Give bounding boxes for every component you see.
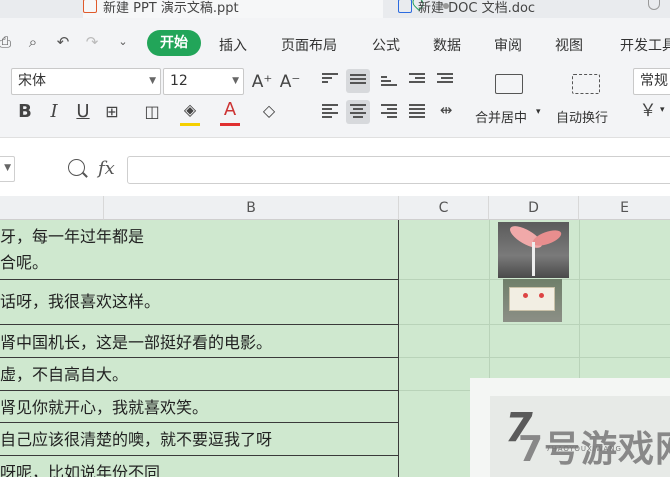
tab-ppt-document[interactable]: 新建 PPT 演示文稿.ppt [83, 0, 449, 18]
chevron-down-icon: ▼ [232, 76, 239, 86]
chevron-down-icon[interactable]: ▾ [660, 105, 665, 115]
distributed-align-icon[interactable]: ⇹ [434, 98, 458, 122]
cell-text: 话呀，我很喜欢这样。 [0, 292, 161, 311]
fan-blade [530, 227, 564, 249]
highlight-color-icon[interactable]: ◈ [178, 98, 202, 122]
more-chevron-icon[interactable]: ⌄ [114, 33, 132, 51]
cell-text: 呀呢，比如说年份不同 [0, 463, 161, 477]
function-fx-icon[interactable]: fx [98, 158, 115, 179]
decrease-indent-icon[interactable] [409, 73, 425, 87]
doc-file-icon [398, 0, 412, 13]
increase-font-icon[interactable]: A⁺ [250, 70, 274, 94]
font-name-value: 宋体 [18, 73, 46, 89]
underline-icon[interactable]: U [71, 100, 95, 124]
menu-data[interactable]: 数据 [433, 35, 461, 55]
chevron-down-icon: ▼ [4, 163, 11, 173]
name-box[interactable]: ▼ [0, 156, 15, 182]
menu-formula[interactable]: 公式 [372, 35, 400, 55]
chevron-down-icon: ▼ [149, 76, 156, 86]
box-eye [523, 293, 528, 298]
number-format-select[interactable]: 常规 [633, 68, 670, 95]
merge-center-icon[interactable] [495, 74, 523, 94]
wrap-text-icon[interactable] [572, 74, 600, 94]
grid-line [399, 324, 670, 325]
shield-icon[interactable] [648, 0, 660, 10]
font-color-icon[interactable]: A [218, 98, 242, 122]
wrap-text-button[interactable]: 自动换行 [556, 107, 608, 126]
font-name-select[interactable]: 宋体 ▼ [11, 68, 161, 95]
chevron-down-icon[interactable]: ▾ [536, 107, 541, 117]
italic-icon[interactable]: I [42, 100, 66, 124]
embedded-image-fan[interactable] [498, 222, 569, 278]
column-header-b[interactable]: B [104, 196, 399, 220]
box-eye [539, 293, 544, 298]
cell-b7[interactable]: 呀呢，比如说年份不同 [0, 456, 399, 477]
column-header-a[interactable] [0, 196, 104, 220]
menu-view[interactable]: 视图 [555, 35, 583, 55]
font-color-bar [220, 123, 240, 126]
tab-doc-document[interactable]: 新建 DOC 文档.doc [398, 0, 535, 18]
bold-icon[interactable]: B [13, 100, 37, 124]
grid-line [399, 357, 670, 358]
watermark-url: 7HAOYOUXIWANG [546, 445, 622, 453]
cell-text: 虚，不自高自大。 [0, 365, 129, 384]
align-right-icon[interactable] [381, 104, 397, 118]
decrease-font-icon[interactable]: A⁻ [278, 70, 302, 94]
align-bottom-icon[interactable] [381, 76, 397, 90]
cell-text: 肾见你就开心，我就喜欢笑。 [0, 398, 209, 417]
eraser-icon[interactable]: ◇ [257, 99, 281, 123]
tab-label: 新建 PPT 演示文稿.ppt [103, 0, 239, 16]
align-left-icon[interactable] [322, 104, 338, 118]
fill-style-icon[interactable]: ◫ [140, 100, 164, 124]
cell-text: 牙，每一年过年都是 [0, 227, 145, 246]
embedded-image-box[interactable] [503, 279, 562, 322]
align-top-icon[interactable] [322, 73, 338, 87]
ppt-file-icon [83, 0, 97, 13]
cell-text: 合呢。 [0, 253, 49, 272]
cell-b2[interactable]: 话呀，我很喜欢这样。 [0, 280, 399, 325]
cell-b6[interactable]: 自己应该很清楚的噢，就不要逗我了呀 [0, 423, 399, 456]
menu-developer[interactable]: 开发工具 [620, 35, 670, 55]
merge-center-button[interactable]: 合并居中 [475, 107, 527, 126]
fan-stem [532, 242, 535, 276]
formula-input[interactable] [127, 156, 670, 184]
menu-bar: ⎙ ⌕ ↶ ↷ ⌄ 开始 插入 页面布局 公式 数据 审阅 视图 开发工具 [0, 18, 670, 68]
cell-text: 肾中国机长，这是一部挺好看的电影。 [0, 333, 273, 352]
font-size-value: 12 [170, 73, 188, 89]
align-middle-lines [350, 74, 366, 88]
column-header-c[interactable]: C [399, 196, 489, 220]
menu-insert[interactable]: 插入 [219, 35, 247, 55]
column-header-d[interactable]: D [489, 196, 579, 220]
align-center-lines [350, 104, 366, 118]
cell-b3[interactable]: 肾中国机长，这是一部挺好看的电影。 [0, 325, 399, 358]
cell-b1[interactable]: 牙，每一年过年都是 合呢。 [0, 220, 399, 280]
redo-icon[interactable]: ↷ [83, 33, 101, 51]
cell-b4[interactable]: 虚，不自高自大。 [0, 358, 399, 391]
zoom-search-icon[interactable] [68, 159, 85, 176]
menu-start[interactable]: 开始 [147, 30, 201, 56]
increase-indent-icon[interactable] [437, 73, 453, 87]
cell-text: 自己应该很清楚的噢，就不要逗我了呀 [0, 430, 273, 449]
font-size-select[interactable]: 12 ▼ [163, 68, 244, 95]
number-format-value: 常规 [640, 73, 668, 89]
formula-bar: ▼ fx [0, 146, 670, 194]
column-header-e[interactable]: E [579, 196, 670, 220]
ribbon-toolbar: 宋体 ▼ 12 ▼ A⁺ A⁻ B I U ⊞ ◫ ◈ A ◇ ⇹ 合并居中 ▾… [0, 68, 670, 138]
print-icon[interactable]: ⎙ [0, 33, 14, 51]
menu-page-layout[interactable]: 页面布局 [281, 35, 337, 55]
print-preview-icon[interactable]: ⌕ [24, 33, 42, 51]
justify-icon[interactable] [409, 104, 425, 118]
document-tab-bar: 新建 PPT 演示文稿.ppt 新建 DOC 文档.doc [0, 0, 670, 18]
currency-button[interactable]: ￥ [636, 99, 660, 123]
border-icon[interactable]: ⊞ [100, 100, 124, 124]
highlight-color-bar [180, 123, 200, 126]
cell-b5[interactable]: 肾见你就开心，我就喜欢笑。 [0, 391, 399, 423]
box-shape [509, 287, 555, 311]
undo-icon[interactable]: ↶ [54, 33, 72, 51]
menu-review[interactable]: 审阅 [494, 35, 522, 55]
tab-label: 新建 DOC 文档.doc [418, 0, 536, 16]
